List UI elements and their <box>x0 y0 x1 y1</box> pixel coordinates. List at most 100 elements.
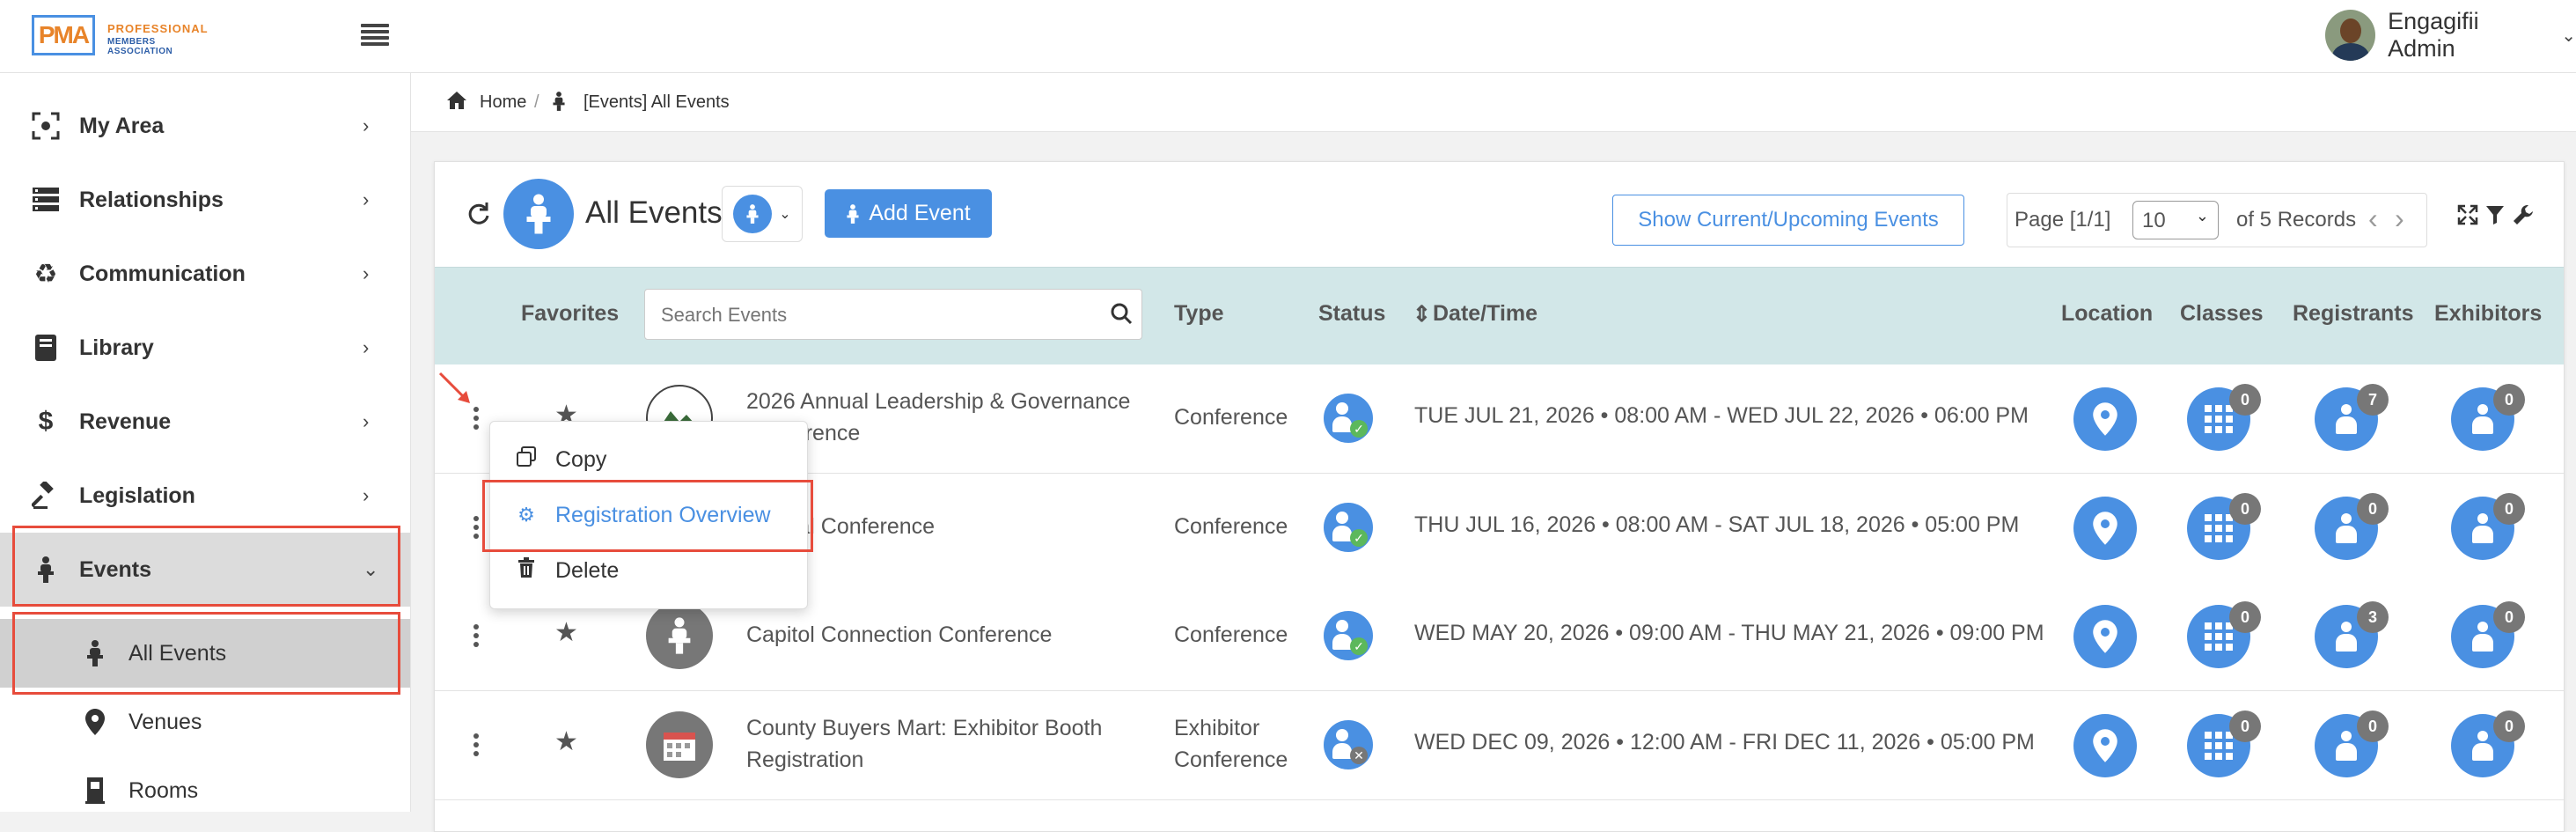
breadcrumb: Home / [Events] All Events <box>411 73 2576 132</box>
podium-person-icon <box>733 195 773 233</box>
sort-icon[interactable]: ⇕ <box>1413 301 1431 328</box>
sidebar-item-label: My Area <box>79 113 165 138</box>
location-pin-icon[interactable] <box>2073 497 2137 560</box>
exhibitors-icon[interactable]: 0 <box>2451 384 2525 451</box>
gavel-icon <box>30 480 62 512</box>
sidebar-item-legislation[interactable]: Legislation › <box>0 459 410 533</box>
logo-text-line1: PROFESSIONAL <box>107 22 209 35</box>
page-title: All Events <box>585 195 723 230</box>
chevron-right-icon: › <box>363 410 370 432</box>
user-name: Engagifii Admin <box>2388 8 2479 62</box>
sidebar-item-relationships[interactable]: Relationships › <box>0 163 410 237</box>
header-favorites: Favorites <box>521 301 620 326</box>
registrants-count-badge: 0 <box>2357 493 2389 525</box>
recycle-icon: ♻ <box>33 259 58 289</box>
chevron-left-icon[interactable]: ‹ <box>2368 202 2378 235</box>
registrants-count-badge: 0 <box>2357 711 2389 742</box>
sidebar-item-revenue[interactable]: $ Revenue › <box>0 385 410 459</box>
sidebar: My Area › Relationships › ♻ Communicatio… <box>0 73 411 812</box>
exhibitors-icon[interactable]: 0 <box>2451 493 2525 560</box>
sidebar-item-label: Revenue <box>79 409 172 434</box>
add-event-button[interactable]: Add Event <box>825 189 992 238</box>
page-size-select[interactable]: 10 ⌄ <box>2132 201 2219 239</box>
registrants-icon[interactable]: 0 <box>2315 493 2389 560</box>
wrench-icon[interactable] <box>2512 203 2535 231</box>
pagination: Page [1/1] 10 ⌄ of 5 Records ‹ › <box>2007 193 2427 247</box>
exhibitors-count-badge: 0 <box>2493 711 2525 742</box>
exhibitors-icon[interactable]: 0 <box>2451 711 2525 777</box>
annotation-arrow-icon <box>438 372 470 403</box>
door-icon <box>79 775 111 806</box>
classes-count-badge: 0 <box>2229 711 2261 742</box>
add-event-label: Add Event <box>869 201 971 225</box>
sidebar-subitem-label: Venues <box>128 709 202 734</box>
row-actions-icon[interactable] <box>473 733 479 760</box>
registrants-count-badge: 3 <box>2357 601 2389 633</box>
favorite-star-icon[interactable]: ★ <box>554 617 578 648</box>
expand-icon[interactable] <box>2457 204 2478 230</box>
location-pin-icon[interactable] <box>2073 387 2137 451</box>
map-pin-icon <box>79 706 111 738</box>
location-pin-icon[interactable] <box>2073 714 2137 777</box>
favorite-star-icon[interactable]: ★ <box>554 726 578 757</box>
registrants-count-badge: 7 <box>2357 384 2389 416</box>
user-menu[interactable]: Engagifii Admin ⌄ <box>2325 6 2576 64</box>
row-actions-icon[interactable] <box>473 624 479 651</box>
header-registrants: Registrants <box>2293 301 2414 326</box>
sidebar-item-label: Relationships <box>79 187 224 212</box>
event-name[interactable]: County Buyers Mart: Exhibitor Booth Regi… <box>746 712 1151 776</box>
filter-icon[interactable] <box>2485 204 2505 230</box>
refresh-icon[interactable] <box>466 202 491 231</box>
sidebar-subitem-venues[interactable]: Venues <box>0 688 410 756</box>
event-type-dropdown[interactable]: ⌄ <box>722 186 803 242</box>
classes-icon[interactable]: 0 <box>2187 493 2261 560</box>
logo[interactable]: PMA PROFESSIONAL MEMBERS ASSOCIATION <box>32 15 208 56</box>
sidebar-item-library[interactable]: Library › <box>0 311 410 385</box>
top-bar: PMA PROFESSIONAL MEMBERS ASSOCIATION Eng… <box>0 0 2576 73</box>
logo-mark: PMA <box>32 15 95 55</box>
event-type: Conference <box>1174 514 1288 539</box>
chevron-down-icon: ⌄ <box>2561 26 2576 46</box>
book-icon <box>30 332 62 364</box>
sidebar-subitem-rooms[interactable]: Rooms <box>0 756 410 825</box>
server-icon <box>30 184 62 216</box>
classes-count-badge: 0 <box>2229 493 2261 525</box>
event-name[interactable]: Capitol Connection Conference <box>746 619 1151 651</box>
highlight-box-all-events <box>12 612 400 695</box>
search-input[interactable] <box>659 298 1085 332</box>
header-date[interactable]: Date/Time <box>1433 301 1538 327</box>
highlight-box-events <box>12 526 400 607</box>
home-icon[interactable] <box>446 91 467 115</box>
exhibitors-count-badge: 0 <box>2493 601 2525 633</box>
chevron-right-icon: › <box>363 484 370 506</box>
classes-icon[interactable]: 0 <box>2187 384 2261 451</box>
registrants-icon[interactable]: 0 <box>2315 711 2389 777</box>
classes-count-badge: 0 <box>2229 384 2261 416</box>
header-location: Location <box>2061 301 2154 326</box>
sidebar-item-communication[interactable]: ♻ Communication › <box>0 237 410 311</box>
menu-item-label: Delete <box>555 557 620 583</box>
location-pin-icon[interactable] <box>2073 605 2137 668</box>
registrants-icon[interactable]: 7 <box>2315 384 2389 451</box>
search-icon[interactable] <box>1110 302 1133 329</box>
chevron-right-icon: › <box>363 114 370 136</box>
header-status: Status <box>1318 301 1386 326</box>
event-date: TUE JUL 21, 2026 • 08:00 AM - WED JUL 22… <box>1414 403 2029 428</box>
classes-count-badge: 0 <box>2229 601 2261 633</box>
sidebar-item-label: Legislation <box>79 482 195 508</box>
menu-toggle-icon[interactable] <box>361 21 389 49</box>
chevron-right-icon[interactable]: › <box>2395 202 2404 235</box>
registrants-icon[interactable]: 3 <box>2315 601 2389 668</box>
sidebar-item-my-area[interactable]: My Area › <box>0 89 410 163</box>
show-upcoming-button[interactable]: Show Current/Upcoming Events <box>1612 195 1964 246</box>
sidebar-item-label: Library <box>79 335 154 360</box>
exhibitors-icon[interactable]: 0 <box>2451 601 2525 668</box>
classes-icon[interactable]: 0 <box>2187 711 2261 777</box>
classes-icon[interactable]: 0 <box>2187 601 2261 668</box>
table-row[interactable]: ★ County Buyers Mart: Exhibitor Booth Re… <box>435 691 2564 800</box>
exhibitors-count-badge: 0 <box>2493 384 2525 416</box>
row-actions-icon[interactable] <box>473 516 479 542</box>
search-box <box>644 289 1142 340</box>
breadcrumb-home-link[interactable]: Home <box>480 92 526 113</box>
menu-item-copy[interactable]: Copy <box>490 432 807 487</box>
